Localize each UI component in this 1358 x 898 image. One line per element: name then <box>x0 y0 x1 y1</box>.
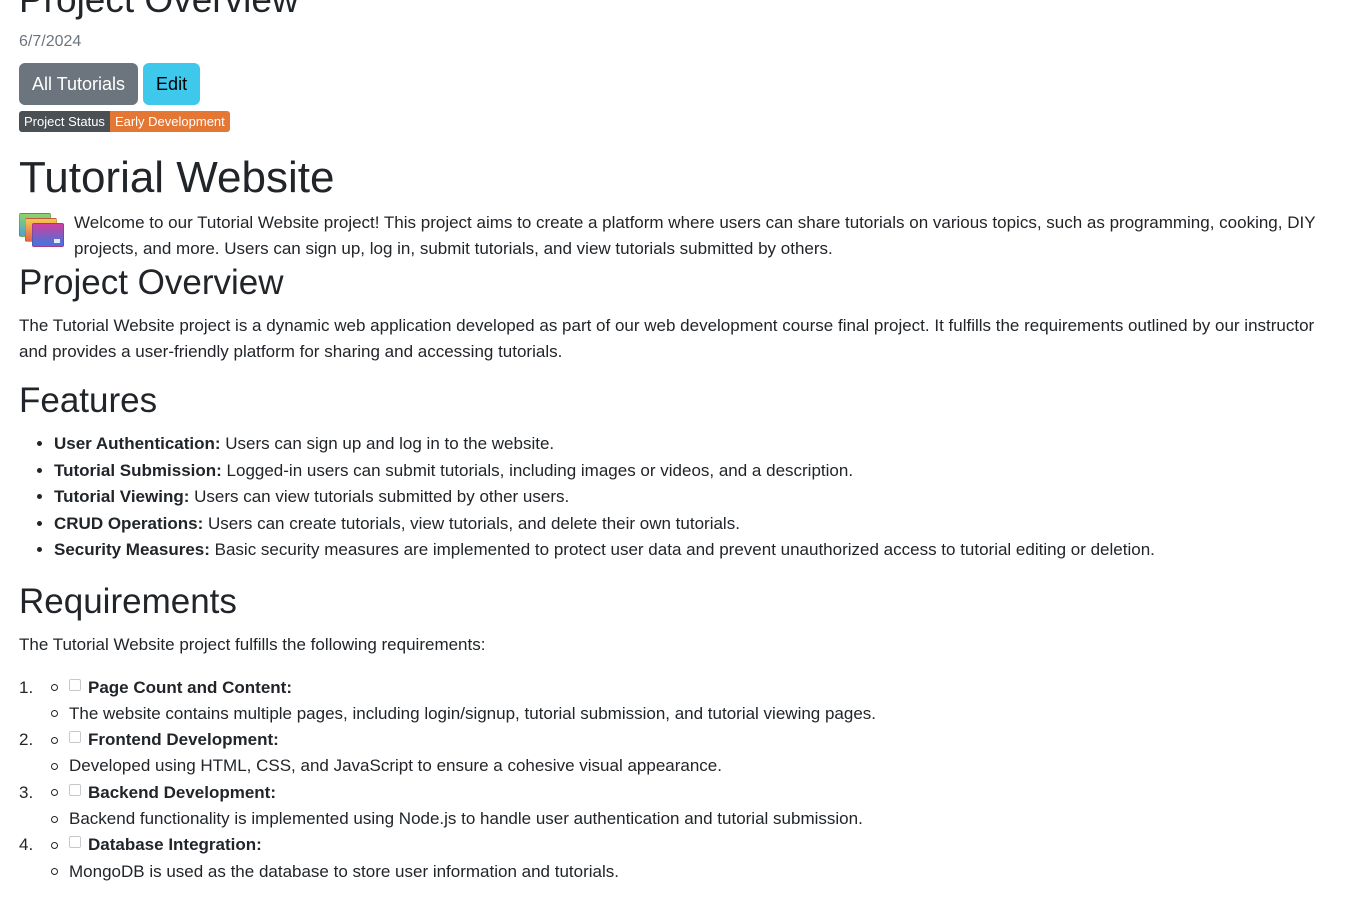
feature-title: CRUD Operations: <box>54 513 204 533</box>
feature-title: Security Measures: <box>54 540 210 559</box>
feature-desc: Logged-in users can submit tutorials, in… <box>221 460 854 480</box>
circle-bullet-icon <box>51 710 58 718</box>
requirement-title: Backend Development: <box>88 782 276 802</box>
requirement-checkbox[interactable] <box>69 783 81 796</box>
requirement-item: 2. Frontend Development: 0. Developed us… <box>19 727 1358 780</box>
intro-text: Welcome to our Tutorial Website project!… <box>74 213 1316 258</box>
requirement-number: 4. <box>19 835 34 855</box>
circle-bullet-icon <box>51 841 58 849</box>
requirement-checkbox[interactable] <box>69 678 81 691</box>
requirement-checkbox[interactable] <box>69 731 81 744</box>
requirement-item: 4. Database Integration: 0. MongoDB is u… <box>19 832 1358 885</box>
requirements-list: 1. Page Count and Content: 0. The websit… <box>19 675 1358 885</box>
requirement-number: 3. <box>19 782 34 802</box>
feature-title: Tutorial Viewing: <box>54 487 190 506</box>
list-item: CRUD Operations: Users can create tutori… <box>54 511 1358 538</box>
requirement-item: 1. Page Count and Content: 0. The websit… <box>19 675 1358 728</box>
all-tutorials-button[interactable]: All Tutorials <box>19 63 139 105</box>
status-badge-label: Project Status <box>19 111 110 132</box>
requirement-desc: MongoDB is used as the database to store… <box>69 861 619 881</box>
requirement-title: Database Integration: <box>88 835 262 855</box>
circle-bullet-icon <box>51 815 58 823</box>
features-list: User Authentication: Users can sign up a… <box>19 431 1358 564</box>
requirement-desc: The website contains multiple pages, inc… <box>69 703 877 723</box>
list-item: Tutorial Submission: Logged-in users can… <box>54 458 1358 485</box>
feature-desc: Users can create tutorials, view tutoria… <box>203 513 740 533</box>
feature-title: User Authentication: <box>54 434 221 453</box>
circle-bullet-icon <box>51 789 58 797</box>
list-item: User Authentication: Users can sign up a… <box>54 431 1358 458</box>
circle-bullet-icon <box>51 736 58 744</box>
feature-desc: Users can sign up and log in to the webs… <box>220 434 555 453</box>
windows-cards-icon <box>19 213 64 247</box>
feature-title: Tutorial Submission: <box>54 460 222 480</box>
requirement-item: 3. Backend Development: 0. Backend funct… <box>19 780 1358 833</box>
overview-heading: Project Overview <box>19 263 284 302</box>
project-name-heading: Tutorial Website <box>19 153 335 202</box>
requirements-heading: Requirements <box>19 581 237 621</box>
page-title: Project Overview <box>19 0 1358 22</box>
intro-section: Welcome to our Tutorial Website project!… <box>19 210 1358 262</box>
list-item: Security Measures: Basic security measur… <box>54 537 1358 564</box>
requirement-number: 2. <box>19 730 34 750</box>
action-buttons: All Tutorials Edit <box>19 63 1358 105</box>
requirement-desc: Backend functionality is implemented usi… <box>69 808 863 828</box>
feature-desc: Basic security measures are implemented … <box>209 540 1155 559</box>
requirement-title: Page Count and Content: <box>88 677 292 697</box>
requirement-desc: Developed using HTML, CSS, and JavaScrip… <box>69 756 722 776</box>
features-heading: Features <box>19 381 158 420</box>
requirement-number: 1. <box>19 677 34 697</box>
circle-bullet-icon <box>51 763 58 771</box>
circle-bullet-icon <box>51 684 58 692</box>
project-status-badge: Project Status Early Development <box>19 111 1358 132</box>
requirements-intro: The Tutorial Website project fulfills th… <box>19 634 486 654</box>
overview-text: The Tutorial Website project is a dynami… <box>19 316 1315 361</box>
project-date: 6/7/2024 <box>19 33 82 50</box>
feature-desc: Users can view tutorials submitted by ot… <box>189 487 570 506</box>
page-content: Project Overview 6/7/2024 All Tutorials … <box>19 0 1358 885</box>
edit-button[interactable]: Edit <box>143 63 201 105</box>
status-badge-value: Early Development <box>109 111 230 132</box>
circle-bullet-icon <box>51 868 58 876</box>
list-item: Tutorial Viewing: Users can view tutoria… <box>54 484 1358 511</box>
requirement-title: Frontend Development: <box>88 730 279 750</box>
requirement-checkbox[interactable] <box>69 836 81 849</box>
